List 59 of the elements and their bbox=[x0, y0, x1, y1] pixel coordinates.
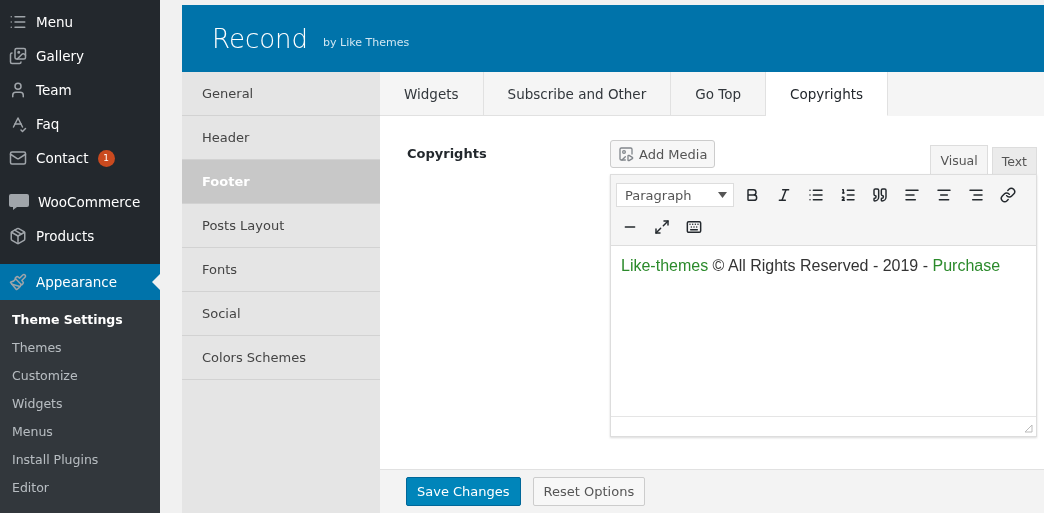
caret-icon bbox=[718, 192, 727, 198]
media-icon bbox=[618, 146, 634, 162]
add-media-button[interactable]: Add Media bbox=[610, 140, 716, 168]
sidebar-label: WooCommerce bbox=[38, 194, 141, 210]
sidebar-item[interactable]: Team bbox=[0, 73, 160, 107]
sidebar-label: Faq bbox=[36, 116, 60, 132]
field-label: Copyrights bbox=[407, 145, 488, 163]
sidebar-label: Appearance bbox=[36, 274, 118, 290]
theme-subtitle: by Like Themes bbox=[323, 36, 410, 49]
tab[interactable]: Go Top bbox=[671, 72, 766, 116]
submenu-item[interactable]: Theme Settings bbox=[0, 306, 160, 334]
submenu-item[interactable]: Themes bbox=[0, 334, 160, 362]
person-icon bbox=[9, 81, 27, 99]
sidebar-item[interactable]: Faq bbox=[0, 107, 160, 141]
numbered-list-icon[interactable] bbox=[840, 187, 856, 203]
format-select[interactable]: Paragraph bbox=[616, 183, 734, 207]
sidebar-label: Team bbox=[36, 82, 72, 98]
italic-icon[interactable] bbox=[776, 187, 792, 203]
submenu-item[interactable]: Customize bbox=[0, 362, 160, 390]
bold-icon[interactable] bbox=[744, 187, 760, 203]
submenu-item[interactable]: Menus bbox=[0, 418, 160, 446]
link-icon[interactable] bbox=[1000, 187, 1016, 203]
sidebar-item[interactable]: Contact 1 bbox=[0, 141, 160, 175]
images-icon bbox=[9, 47, 27, 65]
fullscreen-icon[interactable] bbox=[654, 219, 670, 235]
sidebar-item[interactable]: Menu bbox=[0, 5, 160, 39]
sidebar-item[interactable]: WooCommerce bbox=[0, 185, 160, 219]
submenu-item[interactable]: Widgets bbox=[0, 390, 160, 418]
bullet-list-icon[interactable] bbox=[808, 187, 824, 203]
mail-icon bbox=[9, 149, 27, 167]
sidebar-item[interactable]: Products bbox=[0, 219, 160, 253]
submenu-item[interactable]: Editor bbox=[0, 474, 160, 502]
align-center-icon[interactable] bbox=[936, 187, 952, 203]
editor-mode-tab[interactable]: Visual bbox=[930, 145, 988, 174]
tab[interactable]: Widgets bbox=[380, 72, 484, 116]
save-button[interactable]: Save Changes bbox=[406, 477, 521, 506]
sidebar-item[interactable]: Gallery bbox=[0, 39, 160, 73]
align-right-icon[interactable] bbox=[968, 187, 984, 203]
sidebar-label: Menu bbox=[36, 14, 74, 30]
quote-icon[interactable] bbox=[872, 187, 888, 203]
editor-mode-tab[interactable]: Text bbox=[991, 147, 1037, 174]
tab[interactable]: Copyrights bbox=[766, 72, 888, 116]
submenu-item[interactable]: Install Plugins bbox=[0, 446, 160, 474]
paintbrush-icon bbox=[9, 273, 27, 291]
count-badge: 1 bbox=[97, 149, 115, 167]
resize-handle-icon[interactable] bbox=[1024, 424, 1033, 433]
sidebar-label: Products bbox=[36, 228, 95, 244]
editor-text[interactable]: Like-themes © All Rights Reserved - 2019 - Purchase bbox=[611, 246, 1036, 416]
theme-title: Recond bbox=[212, 23, 309, 54]
sidebar-label: Contact bbox=[36, 150, 89, 166]
sidebar-label: Gallery bbox=[36, 48, 85, 64]
reset-button[interactable]: Reset Options bbox=[532, 477, 646, 506]
sidebar-item[interactable]: Appearance bbox=[0, 264, 160, 300]
list-icon bbox=[9, 13, 27, 31]
package-icon bbox=[9, 227, 27, 245]
tab[interactable]: Subscribe and Other bbox=[483, 72, 672, 116]
align-left-icon[interactable] bbox=[904, 187, 920, 203]
keyboard-icon[interactable] bbox=[686, 219, 702, 235]
notch-icon bbox=[152, 274, 160, 290]
